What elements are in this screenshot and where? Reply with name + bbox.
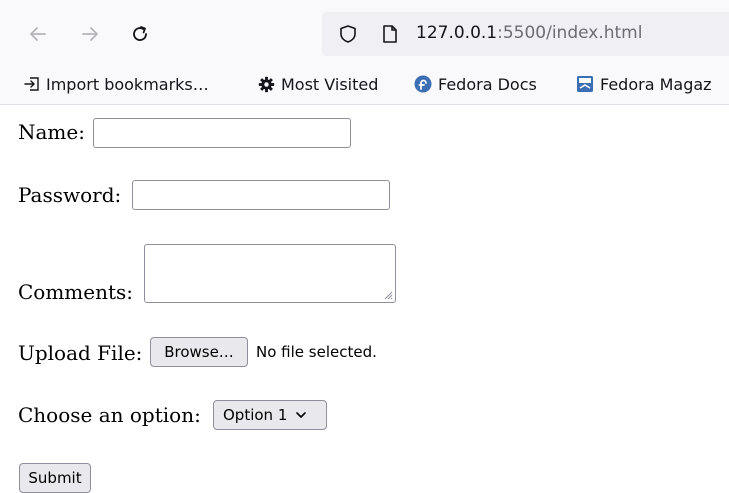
name-label: Name: [18, 120, 85, 144]
url-bar[interactable]: 127.0.0.1:5500/index.html [322, 12, 729, 56]
fedora-magazine-icon [576, 75, 594, 93]
bookmark-fedora-magazine[interactable]: Fedora Magaz [576, 72, 712, 96]
page-document-icon[interactable] [380, 24, 400, 44]
chevron-down-icon [296, 412, 307, 418]
reload-button[interactable] [126, 20, 154, 48]
bookmark-most-visited[interactable]: Most Visited [258, 72, 378, 96]
back-arrow-icon [30, 27, 46, 41]
bookmarks-toolbar: Import bookmarks… Most Visited Fedora Do… [0, 64, 729, 105]
name-input[interactable] [93, 118, 351, 148]
bookmark-label: Import bookmarks… [46, 74, 209, 94]
comments-label: Comments: [18, 280, 134, 304]
submit-button[interactable]: Submit [19, 463, 91, 493]
url-text: 127.0.0.1:5500/index.html [416, 23, 642, 43]
comments-textarea[interactable] [144, 244, 396, 303]
forward-arrow-icon [82, 27, 98, 41]
fedora-icon [414, 75, 432, 93]
reload-icon [133, 26, 147, 41]
bookmark-import-bookmarks[interactable]: Import bookmarks… [24, 72, 209, 96]
tracking-protection-shield-icon[interactable] [338, 24, 358, 44]
page-content: Name: Password: Comments: Upload File: B… [0, 105, 729, 493]
url-path: :5500/index.html [497, 23, 643, 43]
browse-button[interactable]: Browse… [150, 337, 248, 367]
import-icon [24, 76, 40, 92]
resize-grip-icon[interactable] [383, 290, 393, 300]
forward-button[interactable] [76, 20, 104, 48]
bookmark-label: Fedora Docs [438, 74, 537, 94]
bookmark-label: Fedora Magaz [600, 74, 712, 94]
browser-toolbar: 127.0.0.1:5500/index.html [0, 0, 729, 64]
back-button[interactable] [24, 20, 52, 48]
password-input[interactable] [132, 180, 390, 210]
select-value: Option 1 [223, 406, 288, 424]
password-label: Password: [18, 183, 122, 207]
no-file-selected-text: No file selected. [256, 343, 377, 361]
bookmark-label: Most Visited [281, 74, 379, 94]
upload-file-label: Upload File: [18, 341, 143, 365]
option-select[interactable]: Option 1 [213, 400, 327, 430]
bookmark-fedora-docs[interactable]: Fedora Docs [414, 72, 537, 96]
gear-icon [258, 76, 275, 93]
url-host: 127.0.0.1 [416, 23, 498, 43]
choose-option-label: Choose an option: [18, 403, 201, 427]
